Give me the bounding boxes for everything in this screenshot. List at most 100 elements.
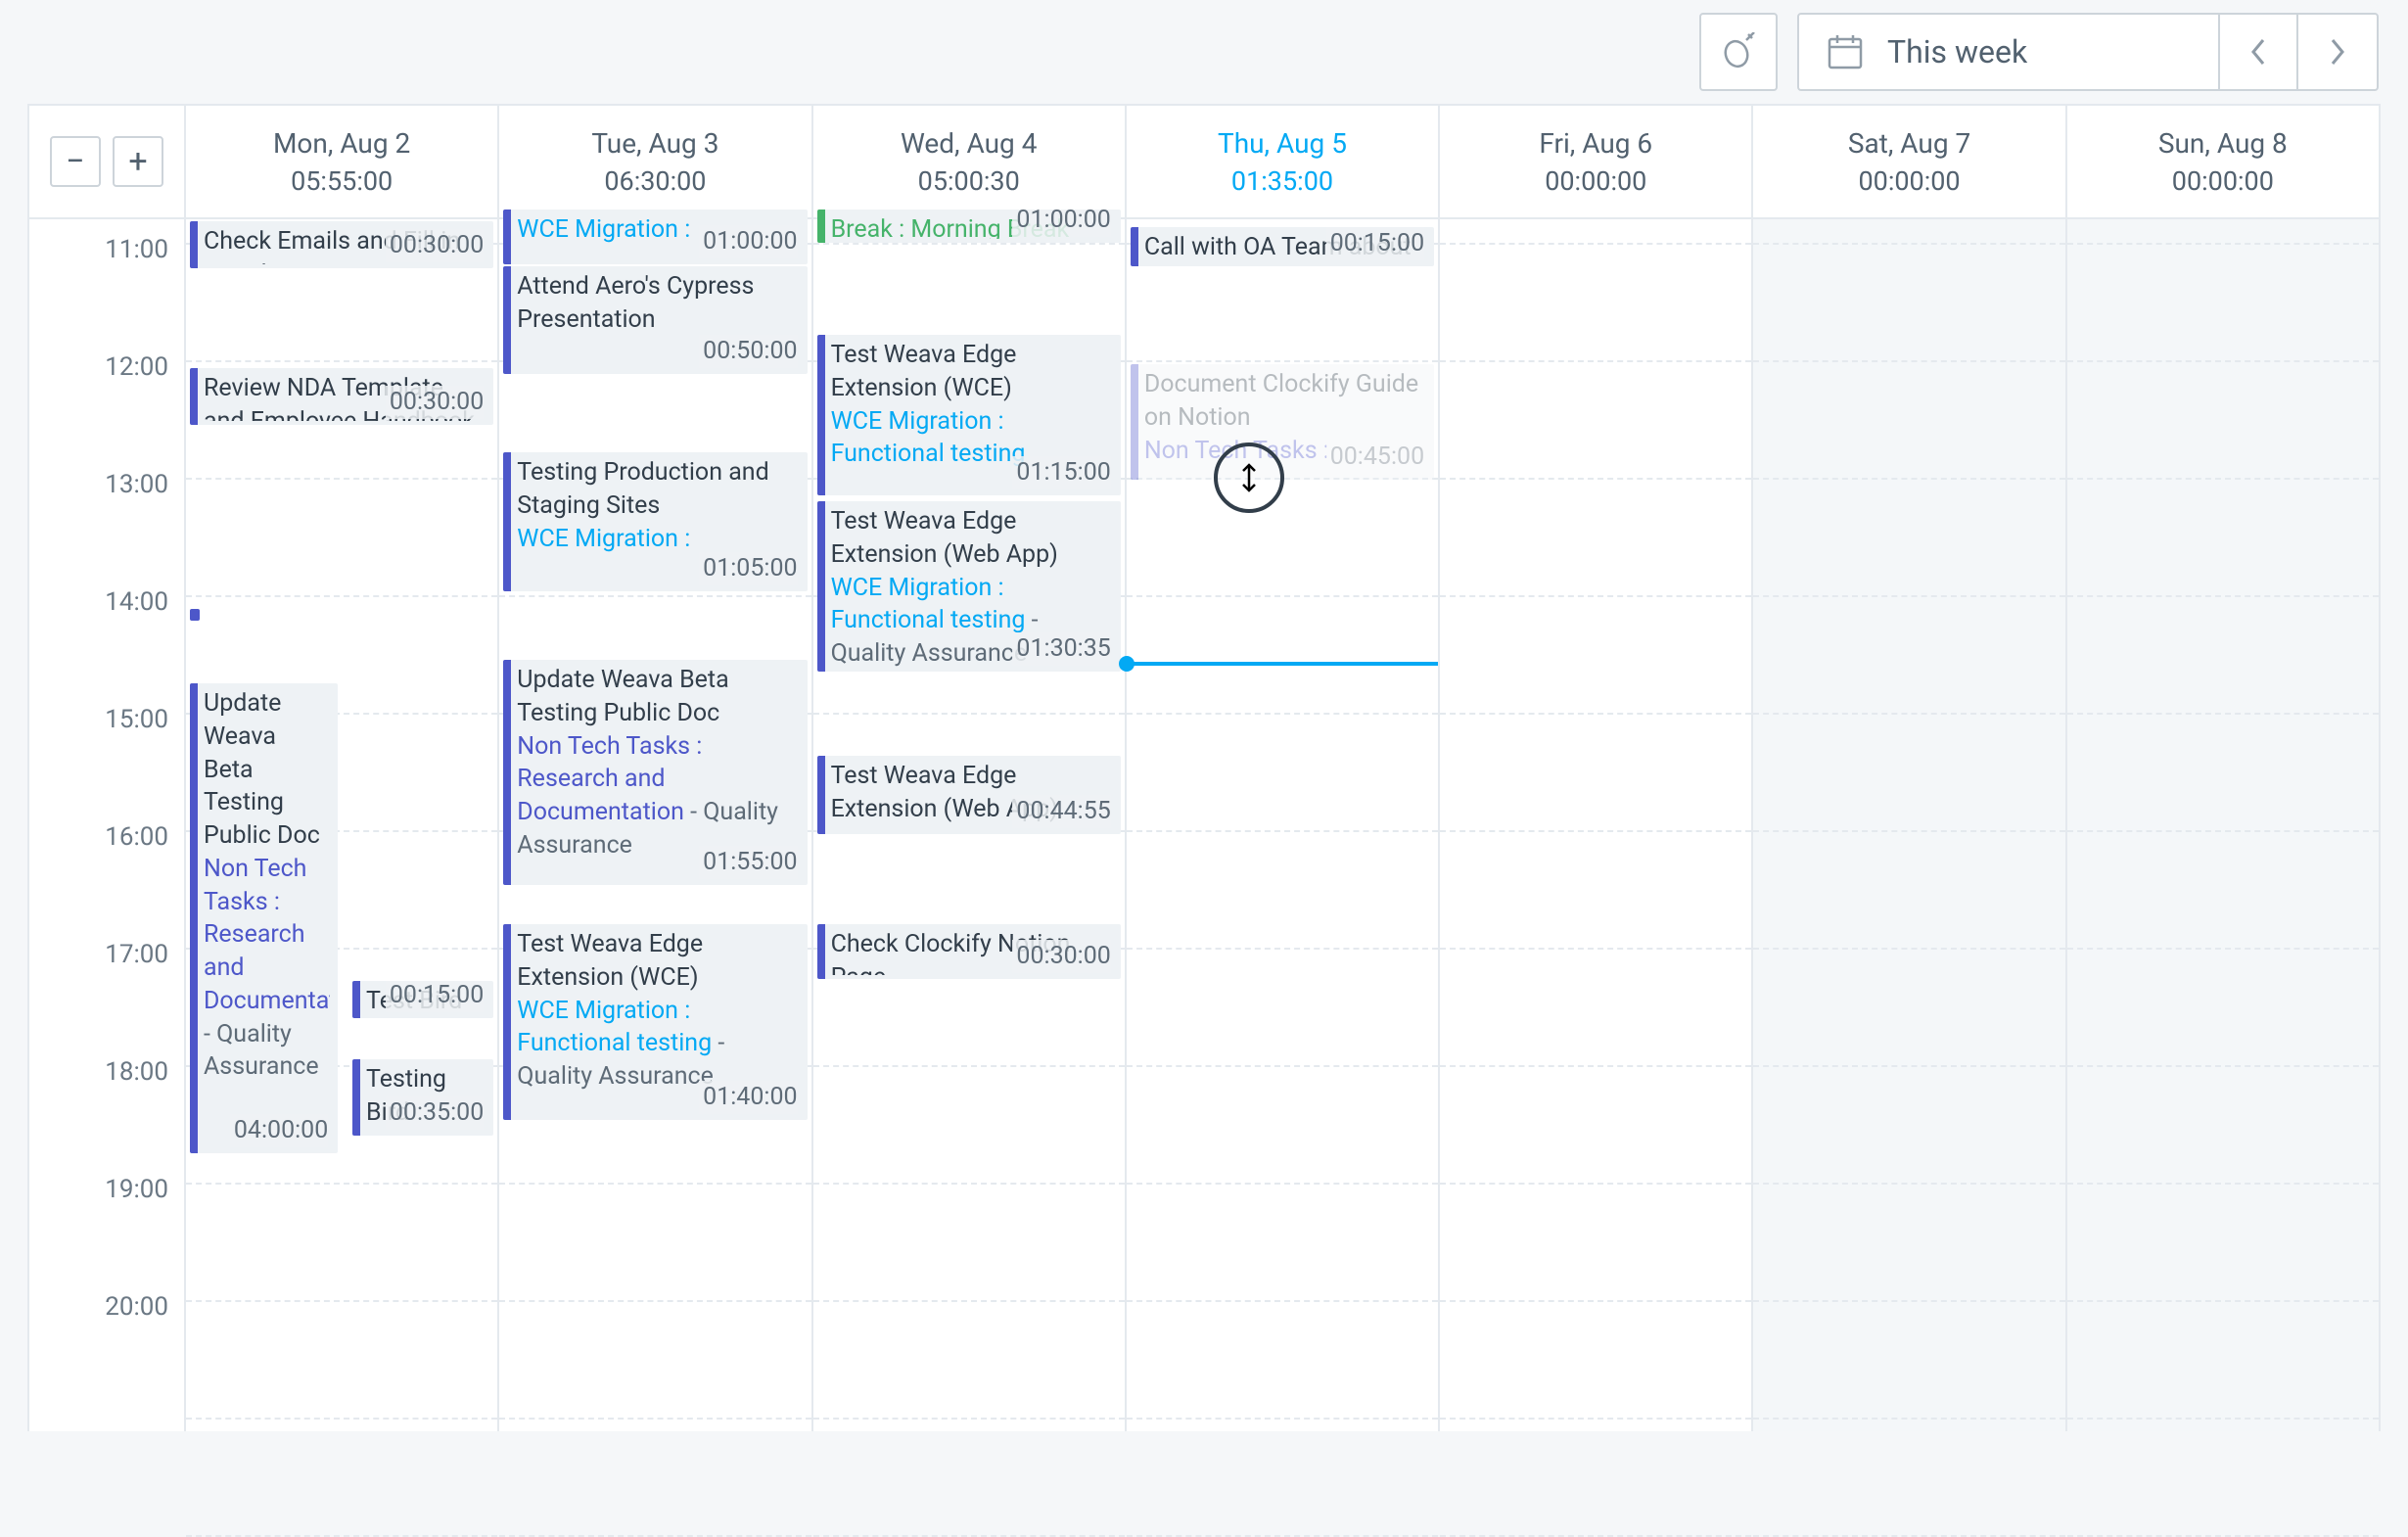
calendar-event[interactable]: Testing Production and Staging SitesWCE …: [503, 452, 807, 591]
zoom-out-button[interactable]: −: [50, 136, 101, 187]
calendar-event[interactable]: Test Bird00:15:00: [352, 981, 493, 1018]
calendar-event[interactable]: Test Weava Edge Extension (Web App)00:44…: [817, 756, 1121, 834]
calendar-event[interactable]: Update Weava Beta Testing Public DocNon …: [190, 683, 338, 1153]
day-header-total: 00:00:00: [1545, 165, 1646, 197]
top-toolbar: This week: [0, 0, 2408, 104]
date-range-label: This week: [1887, 33, 2027, 70]
event-title: Test Weava Edge Extension (Web App): [831, 505, 1113, 572]
day-header-total: 05:55:00: [291, 165, 393, 197]
day-header-wed[interactable]: Wed, Aug 4 05:00:30: [813, 106, 1127, 217]
calendar-icon: [1827, 33, 1864, 70]
time-label: 14:00: [29, 582, 184, 699]
time-axis: 11:0012:0013:0014:0015:0016:0017:0018:00…: [29, 219, 186, 1431]
zoom-in-button[interactable]: +: [113, 136, 163, 187]
event-title: Update Weava Beta Testing Public Doc: [204, 687, 330, 853]
time-label: 19:00: [29, 1169, 184, 1286]
calendar-event[interactable]: Review NDA Template and Employee Handboo…: [190, 368, 493, 425]
calendar-event[interactable]: Call with OA Team about00:15:00: [1131, 227, 1434, 266]
day-column-sun[interactable]: [2067, 219, 2379, 1431]
calendar-event[interactable]: Update Weava Beta Testing Public DocNon …: [503, 660, 807, 885]
day-header-label: Sun, Aug 8: [2158, 127, 2288, 160]
calendar-event-tiny[interactable]: [190, 609, 200, 621]
time-label: 11:00: [29, 229, 184, 347]
day-header-total: 05:00:30: [918, 165, 1020, 197]
calendar: − + Mon, Aug 2 05:55:00 Tue, Aug 3 06:30:00…: [27, 104, 2381, 1431]
day-header-label: Wed, Aug 4: [901, 127, 1037, 160]
event-title: Test Weava Edge Extension (WCE): [831, 339, 1113, 405]
event-duration: 01:00:00: [699, 225, 797, 258]
event-duration: 01:40:00: [699, 1081, 797, 1114]
time-label: 15:00: [29, 699, 184, 816]
current-time-indicator: [1127, 662, 1438, 666]
day-column-tue[interactable]: WCE Migration :01:00:00Attend Aero's Cyp…: [499, 219, 812, 1431]
calendar-event[interactable]: Attend Aero's Cypress Presentation00:50:…: [503, 266, 807, 374]
day-header-tue[interactable]: Tue, Aug 3 06:30:00: [499, 106, 812, 217]
zoom-controls: − +: [29, 106, 186, 217]
event-duration: 00:15:00: [386, 981, 484, 1012]
event-duration: 00:15:00: [1326, 227, 1424, 260]
day-header-label: Mon, Aug 2: [273, 127, 410, 160]
day-column-wed[interactable]: Break : Morning Break01:00:00Test Weava …: [813, 219, 1127, 1431]
event-duration: 00:35:00: [386, 1096, 484, 1130]
next-week-button[interactable]: [2298, 15, 2377, 89]
time-label: 12:00: [29, 347, 184, 464]
event-project: WCE Migration : Functional testing - Qua…: [517, 995, 799, 1094]
event-title: Attend Aero's Cypress Presentation: [517, 270, 799, 337]
day-header-sat[interactable]: Sat, Aug 7 00:00:00: [1753, 106, 2066, 217]
day-header-total: 06:30:00: [604, 165, 706, 197]
day-column-mon[interactable]: Check Emails and Fill in Standup Notes00…: [186, 219, 499, 1431]
day-header-label: Sat, Aug 7: [1848, 127, 1970, 160]
day-header-total: 00:00:00: [2172, 165, 2274, 197]
time-label: 17:00: [29, 934, 184, 1051]
date-range-picker: This week: [1797, 13, 2379, 91]
day-header-label: Tue, Aug 3: [591, 127, 718, 160]
date-range-button[interactable]: This week: [1799, 15, 2220, 89]
calendar-event[interactable]: Testing Bird00:35:00: [352, 1059, 493, 1136]
event-duration: 01:55:00: [699, 846, 797, 879]
day-column-sat[interactable]: [1753, 219, 2066, 1431]
event-title: Document Clockify Guide on Notion: [1144, 368, 1426, 435]
event-title: Update Weava Beta Testing Public Doc: [517, 664, 799, 730]
day-header-label: Fri, Aug 6: [1539, 127, 1652, 160]
filter-icon-button[interactable]: [1699, 13, 1778, 91]
day-header-thu[interactable]: Thu, Aug 5 01:35:00: [1127, 106, 1440, 217]
event-duration: 00:30:00: [386, 229, 484, 262]
event-duration: 01:00:00: [1012, 210, 1110, 237]
day-header-label: Thu, Aug 5: [1218, 127, 1347, 160]
day-header-total: 00:00:00: [1858, 165, 1960, 197]
event-duration: 00:45:00: [1326, 441, 1424, 474]
day-header-total: 01:35:00: [1231, 165, 1333, 197]
event-project: Non Tech Tasks : Research and Documentat…: [204, 853, 330, 1084]
day-column-fri[interactable]: [1440, 219, 1753, 1431]
calendar-body[interactable]: 11:0012:0013:0014:0015:0016:0017:0018:00…: [29, 219, 2379, 1431]
day-header-fri[interactable]: Fri, Aug 6 00:00:00: [1440, 106, 1753, 217]
event-title: Test Weava Edge Extension (WCE): [517, 928, 799, 995]
event-duration: 00:50:00: [699, 335, 797, 368]
event-duration: 00:44:55: [1012, 795, 1110, 828]
day-column-thu[interactable]: Call with OA Team about00:15:00 Document …: [1127, 219, 1440, 1431]
calendar-event[interactable]: Check Emails and Fill in Standup Notes00…: [190, 221, 493, 268]
calendar-header: − + Mon, Aug 2 05:55:00 Tue, Aug 3 06:30:00…: [29, 106, 2379, 219]
event-duration: 01:30:35: [1012, 632, 1110, 666]
event-duration: 01:15:00: [1012, 456, 1110, 489]
calendar-event[interactable]: Test Weava Edge Extension (Web App)WCE M…: [817, 501, 1121, 672]
day-header-sun[interactable]: Sun, Aug 8 00:00:00: [2067, 106, 2379, 217]
time-label: 16:00: [29, 816, 184, 934]
event-duration: 04:00:00: [230, 1114, 328, 1147]
day-header-mon[interactable]: Mon, Aug 2 05:55:00: [186, 106, 499, 217]
time-label: 18:00: [29, 1051, 184, 1169]
calendar-event[interactable]: Test Weava Edge Extension (WCE)WCE Migra…: [503, 924, 807, 1120]
calendar-event[interactable]: Test Weava Edge Extension (WCE)WCE Migra…: [817, 335, 1121, 495]
calendar-event[interactable]: Check Clockify Notion Page00:30:00: [817, 924, 1121, 979]
event-project: Non Tech Tasks : Research and Documentat…: [517, 730, 799, 862]
calendar-event[interactable]: Document Clockify Guide on NotionNon Tec…: [1131, 364, 1434, 480]
calendar-event[interactable]: Break : Morning Break01:00:00: [817, 210, 1121, 243]
prev-week-button[interactable]: [2220, 15, 2298, 89]
time-label: 13:00: [29, 464, 184, 582]
event-duration: 01:05:00: [699, 552, 797, 585]
event-duration: 00:30:00: [386, 386, 484, 419]
time-label: 20:00: [29, 1286, 184, 1404]
event-title: Testing Production and Staging Sites: [517, 456, 799, 523]
calendar-event[interactable]: WCE Migration :01:00:00: [503, 210, 807, 264]
event-duration: 00:30:00: [1012, 940, 1110, 973]
